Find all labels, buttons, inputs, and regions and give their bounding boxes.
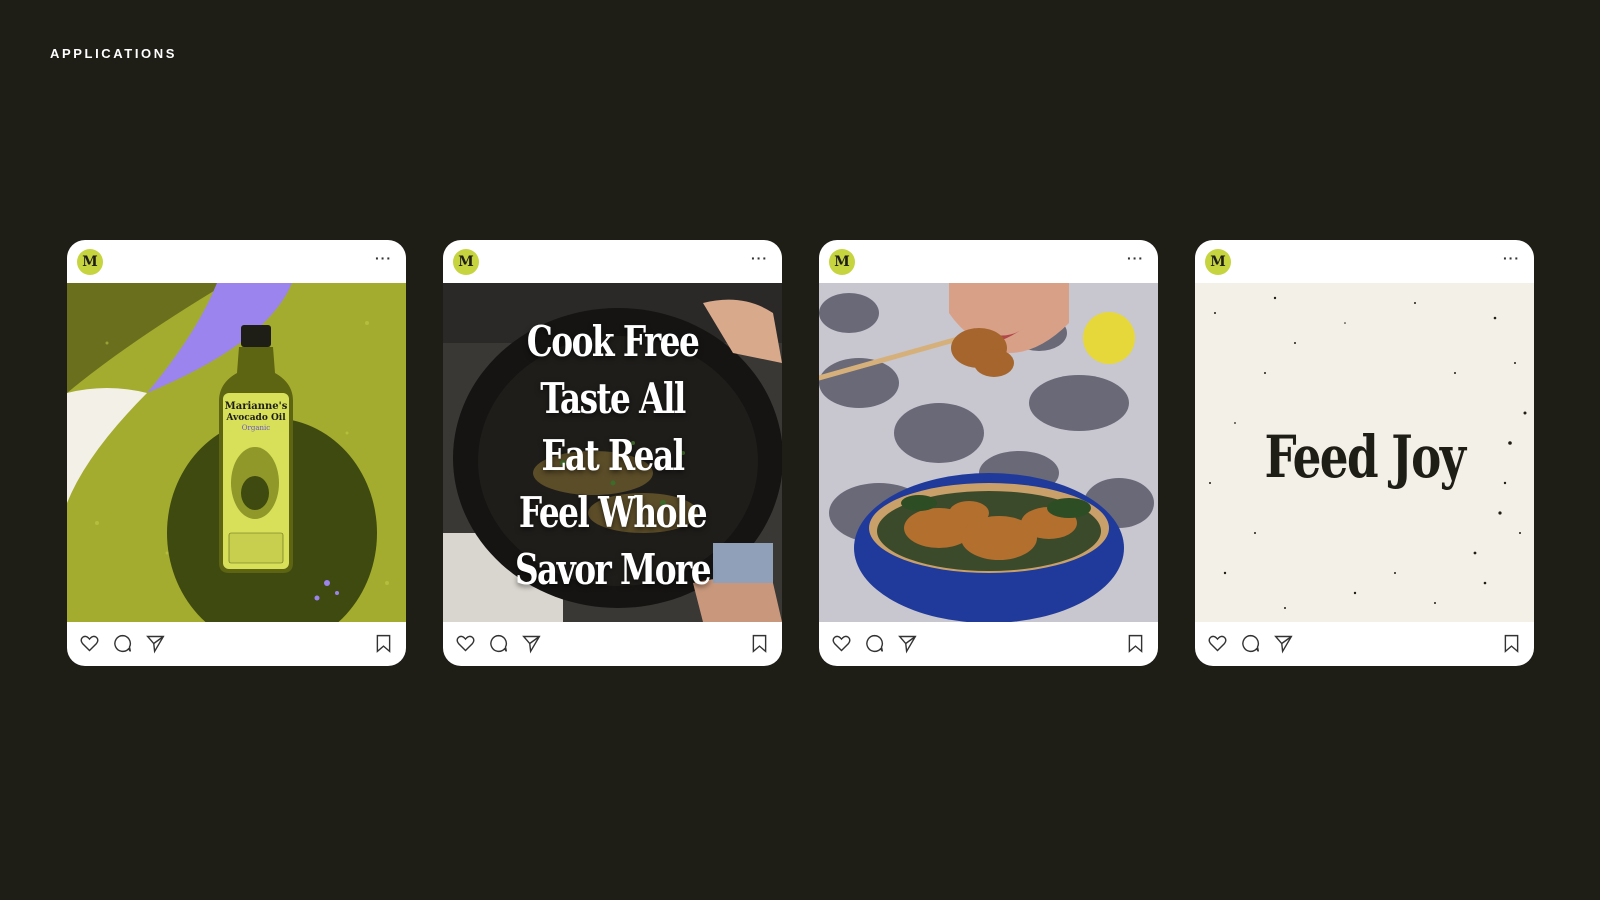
- post-image: Marianne's Avocado Oil Organic: [67, 283, 406, 622]
- share-icon[interactable]: [897, 633, 918, 654]
- headline-line: Savor More: [514, 545, 712, 594]
- post-header: M ···: [67, 240, 406, 283]
- page: APPLICATIONS M ··· Marianne's Avocado Oi…: [0, 0, 1600, 900]
- section-label: APPLICATIONS: [50, 46, 178, 61]
- more-options-icon[interactable]: ···: [1127, 250, 1144, 266]
- post-card[interactable]: M ···: [819, 240, 1158, 666]
- share-icon[interactable]: [1273, 633, 1294, 654]
- heart-icon[interactable]: [79, 633, 100, 654]
- comment-icon[interactable]: [864, 633, 885, 654]
- post-header: M ···: [819, 240, 1158, 283]
- headline-line: Taste All: [540, 374, 686, 423]
- post-image: [819, 283, 1158, 622]
- headline: Feed Joy: [1264, 423, 1467, 491]
- bookmark-icon[interactable]: [749, 633, 770, 654]
- more-options-icon[interactable]: ···: [751, 250, 768, 266]
- post-actions: [819, 622, 1158, 666]
- post-actions: [1195, 622, 1534, 666]
- bookmark-icon[interactable]: [373, 633, 394, 654]
- comment-icon[interactable]: [112, 633, 133, 654]
- person-eating-photo: [819, 283, 1158, 622]
- share-icon[interactable]: [521, 633, 542, 654]
- avatar[interactable]: M: [77, 249, 103, 275]
- bookmark-icon[interactable]: [1501, 633, 1522, 654]
- more-options-icon[interactable]: ···: [375, 250, 392, 266]
- post-actions: [67, 622, 406, 666]
- headline-line: Eat Real: [541, 431, 685, 480]
- post-header: M ···: [1195, 240, 1534, 283]
- bottle-brand: Marianne's: [225, 401, 288, 412]
- post-header: M ···: [443, 240, 782, 283]
- post-image: Cook Free Taste All Eat Real Feel Whole …: [443, 283, 782, 622]
- heart-icon[interactable]: [455, 633, 476, 654]
- post-card[interactable]: M ···: [443, 240, 782, 666]
- post-actions: [443, 622, 782, 666]
- avatar[interactable]: M: [453, 249, 479, 275]
- headline-line: Feel Whole: [518, 488, 708, 537]
- post-card[interactable]: M ··· Feed Joy: [1195, 240, 1534, 666]
- bottle-product: Avocado Oil: [225, 413, 286, 423]
- bottle-variant: Organic: [242, 424, 270, 432]
- avatar[interactable]: M: [1205, 249, 1231, 275]
- post-image: Feed Joy: [1195, 283, 1534, 622]
- heart-icon[interactable]: [831, 633, 852, 654]
- heart-icon[interactable]: [1207, 633, 1228, 654]
- more-options-icon[interactable]: ···: [1503, 250, 1520, 266]
- headline-stack: Cook Free Taste All Eat Real Feel Whole …: [480, 313, 744, 598]
- comment-icon[interactable]: [488, 633, 509, 654]
- comment-icon[interactable]: [1240, 633, 1261, 654]
- headline-line: Cook Free: [526, 317, 700, 366]
- post-cards: M ··· Marianne's Avocado Oil Organic M ·…: [67, 240, 1534, 666]
- bookmark-icon[interactable]: [1125, 633, 1146, 654]
- post-card[interactable]: M ···: [67, 240, 406, 666]
- avocado-oil-artwork: Marianne's Avocado Oil Organic: [67, 283, 406, 622]
- share-icon[interactable]: [145, 633, 166, 654]
- avatar[interactable]: M: [829, 249, 855, 275]
